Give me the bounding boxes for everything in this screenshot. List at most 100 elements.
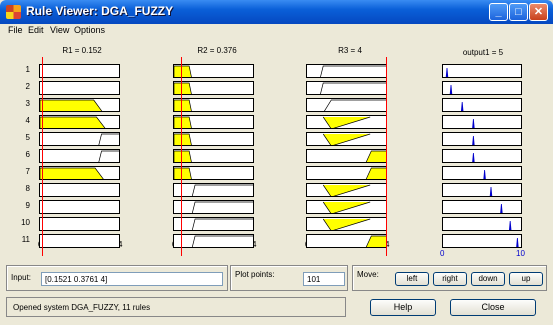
mf-plot-r2-rule9 bbox=[173, 200, 254, 214]
mf-shape bbox=[322, 218, 371, 230]
mf-plot-r1-rule8 bbox=[39, 183, 120, 197]
mf-plot-r3-rule8 bbox=[306, 183, 387, 197]
mf-plot-r1-rule10 bbox=[39, 217, 120, 231]
output-plot-rule3 bbox=[442, 98, 522, 112]
menu-edit[interactable]: Edit bbox=[28, 25, 44, 35]
mf-plot-r2-rule10 bbox=[173, 217, 254, 231]
mf-shape bbox=[174, 99, 192, 111]
row-label-9: 9 bbox=[25, 201, 30, 210]
mf-shape bbox=[191, 201, 253, 213]
mf-shape bbox=[191, 184, 253, 196]
output-plot-rule2 bbox=[442, 81, 522, 95]
output-spike bbox=[472, 118, 475, 128]
mf-plot-r1-rule7 bbox=[39, 166, 120, 180]
maximize-button[interactable]: □ bbox=[509, 3, 528, 21]
input-marker-r3[interactable] bbox=[386, 57, 387, 256]
mf-plot-r2-rule7 bbox=[173, 166, 254, 180]
output-plot-rule9 bbox=[442, 200, 522, 214]
mf-plot-r2-rule2 bbox=[173, 81, 254, 95]
mf-shape bbox=[365, 235, 386, 247]
output-plot-rule6 bbox=[442, 149, 522, 163]
mf-shape bbox=[320, 82, 386, 94]
close-window-button[interactable]: ✕ bbox=[529, 3, 548, 21]
mf-plot-r1-rule6 bbox=[39, 149, 120, 163]
mf-shape bbox=[174, 150, 192, 162]
output-spike bbox=[460, 101, 464, 111]
mf-plot-r1-rule4 bbox=[39, 115, 120, 129]
output-spike bbox=[516, 237, 519, 247]
status-bar: Opened system DGA_FUZZY, 11 rules bbox=[6, 297, 346, 317]
mf-plot-r2-rule4 bbox=[173, 115, 254, 129]
plot-points-field[interactable]: 101 bbox=[303, 272, 345, 286]
mf-shape bbox=[322, 133, 371, 145]
input-marker-r1[interactable] bbox=[42, 57, 44, 256]
output-axis-min: 0 bbox=[440, 249, 445, 258]
mf-shape bbox=[98, 133, 119, 145]
mf-shape bbox=[40, 116, 106, 128]
mf-plot-r3-rule1 bbox=[306, 64, 387, 78]
mf-plot-r1-rule3 bbox=[39, 98, 120, 112]
output-plot-rule4 bbox=[442, 115, 522, 129]
menu-bar: File Edit View Options bbox=[0, 24, 553, 37]
move-right-button[interactable]: right bbox=[433, 272, 467, 286]
r2-title: R2 = 0.376 bbox=[197, 46, 237, 55]
plot-points-group: Plot points: 101 bbox=[230, 265, 348, 291]
output-plot-rule5 bbox=[442, 132, 522, 146]
output-plot-rule8 bbox=[442, 183, 522, 197]
mf-plot-r1-rule5 bbox=[39, 132, 120, 146]
move-group: Move: left right down up bbox=[352, 265, 547, 291]
row-label-6: 6 bbox=[25, 150, 30, 159]
input-field[interactable]: [0.1521 0.3761 4] bbox=[41, 272, 223, 286]
input-marker-r2[interactable] bbox=[180, 57, 182, 256]
close-button[interactable]: Close bbox=[450, 299, 536, 316]
mf-shape bbox=[174, 65, 192, 77]
mf-plot-r3-rule11 bbox=[306, 234, 387, 248]
mf-plot-r2-rule6 bbox=[173, 149, 254, 163]
mf-plot-r3-rule2 bbox=[306, 81, 387, 95]
mf-shape bbox=[320, 65, 386, 77]
mf-shape bbox=[40, 99, 103, 111]
mf-plot-r2-rule3 bbox=[173, 98, 254, 112]
mf-plot-r1-rule11 bbox=[39, 234, 120, 248]
output-title: output1 = 5 bbox=[462, 48, 504, 57]
mf-shape bbox=[322, 184, 371, 196]
move-left-button[interactable]: left bbox=[395, 272, 429, 286]
rule-viewer-panel: R1 = 0.152 R2 = 0.376 R3 = 4 output1 = 5… bbox=[4, 37, 549, 259]
menu-file[interactable]: File bbox=[8, 25, 23, 35]
help-button[interactable]: Help bbox=[370, 299, 436, 316]
mf-shape bbox=[174, 82, 192, 94]
mf-plot-r3-rule10 bbox=[306, 217, 387, 231]
output-plot-rule1 bbox=[442, 64, 522, 78]
mf-plot-r3-rule4 bbox=[306, 115, 387, 129]
mf-shape bbox=[40, 167, 104, 179]
title-bar: Rule Viewer: DGA_FUZZY _ □ ✕ bbox=[0, 0, 553, 24]
row-label-8: 8 bbox=[25, 184, 30, 193]
output-spike bbox=[472, 152, 475, 162]
move-down-button[interactable]: down bbox=[471, 272, 505, 286]
mf-plot-r2-rule1 bbox=[173, 64, 254, 78]
output-spike bbox=[449, 84, 453, 94]
move-up-button[interactable]: up bbox=[509, 272, 543, 286]
row-label-1: 1 bbox=[25, 65, 30, 74]
plot-points-label: Plot points: bbox=[235, 270, 275, 279]
mf-plot-r2-rule5 bbox=[173, 132, 254, 146]
row-label-7: 7 bbox=[25, 167, 30, 176]
output-spike bbox=[472, 135, 475, 145]
menu-view[interactable]: View bbox=[50, 25, 69, 35]
mf-plot-r3-rule5 bbox=[306, 132, 387, 146]
output-spike bbox=[500, 203, 503, 213]
mf-shape bbox=[322, 201, 371, 213]
mf-shape bbox=[191, 218, 253, 230]
window-title: Rule Viewer: DGA_FUZZY bbox=[26, 4, 174, 18]
mf-shape bbox=[365, 150, 386, 162]
menu-options[interactable]: Options bbox=[74, 25, 105, 35]
mf-shape bbox=[174, 116, 192, 128]
mf-plot-r1-rule9 bbox=[39, 200, 120, 214]
mf-shape bbox=[324, 99, 386, 111]
mf-plot-r1-rule1 bbox=[39, 64, 120, 78]
row-label-3: 3 bbox=[25, 99, 30, 108]
mf-shape bbox=[322, 116, 371, 128]
row-label-5: 5 bbox=[25, 133, 30, 142]
mf-plot-r2-rule11 bbox=[173, 234, 254, 248]
minimize-button[interactable]: _ bbox=[489, 3, 508, 21]
